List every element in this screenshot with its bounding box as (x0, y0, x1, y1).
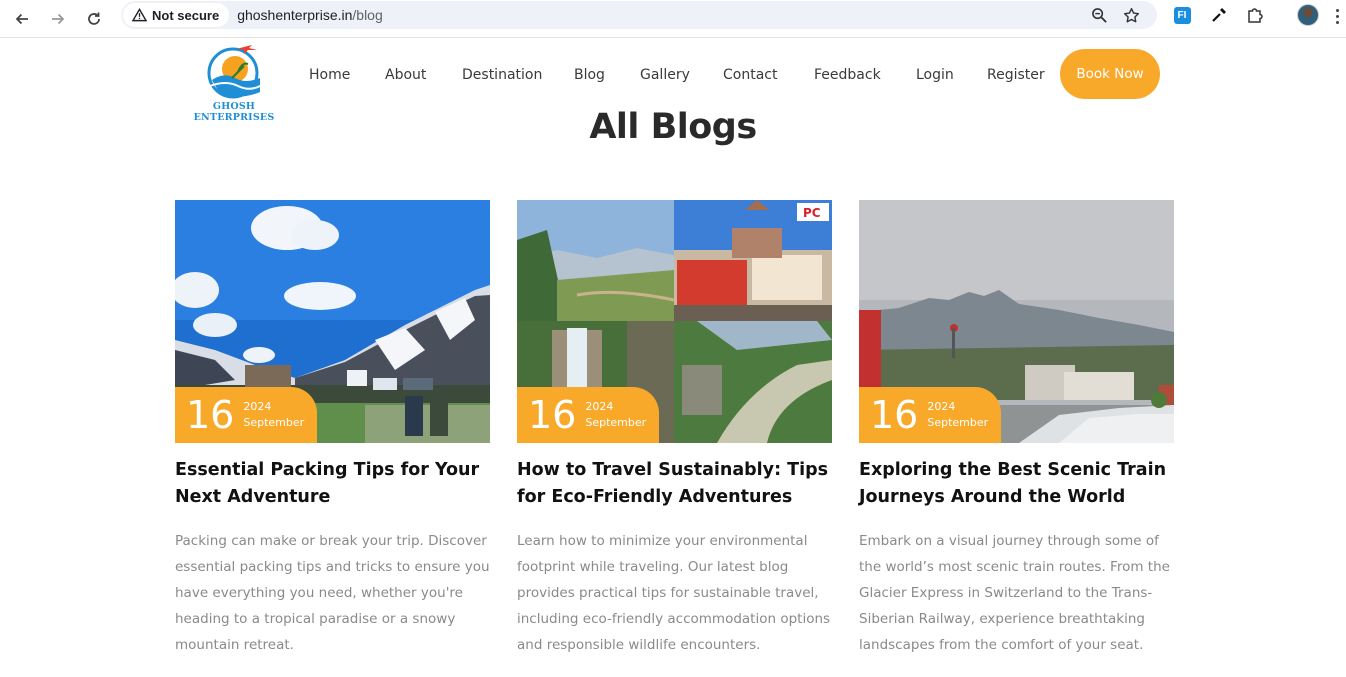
date-day: 16 (870, 393, 919, 437)
date-badge: 16 2024 September (517, 387, 659, 443)
blog-card-excerpt: Embark on a visual journey through some … (859, 533, 1170, 653)
blog-card-image[interactable]: PC 16 2024 September (517, 200, 832, 443)
extension-icon: FI (1173, 6, 1191, 24)
blog-card-title[interactable]: How to Travel Sustainably: Tips for Eco-… (517, 457, 837, 511)
site-logo[interactable]: GHOSH ENTERPRISES (176, 42, 292, 123)
blog-card-excerpt: Learn how to minimize your environmental… (517, 533, 831, 653)
nav-about[interactable]: About (385, 67, 426, 83)
blog-card-image[interactable]: 16 2024 September (859, 200, 1174, 443)
date-year: 2024 (243, 400, 272, 413)
warning-icon (132, 8, 147, 22)
blog-card-title[interactable]: Exploring the Best Scenic Train Journeys… (859, 457, 1179, 511)
blog-card[interactable]: 16 2024 September Exploring the Best Sce… (859, 200, 1174, 658)
forward-icon (52, 13, 65, 25)
zoom-icon (1091, 7, 1107, 23)
date-year: 2024 (585, 400, 614, 413)
extensions-menu-button[interactable] (1244, 4, 1266, 26)
blog-card-image[interactable]: 16 2024 September (175, 200, 490, 443)
extension-button[interactable]: FI (1171, 4, 1193, 26)
address-bar[interactable]: Not secure ghoshenterprise.in/blog (121, 1, 1157, 29)
star-icon (1123, 7, 1139, 22)
date-month: September (243, 416, 305, 429)
blog-card[interactable]: PC 16 2024 September How to Travel Susta… (517, 200, 832, 658)
blog-card[interactable]: 16 2024 September Essential Packing Tips… (175, 200, 490, 658)
site-security-chip[interactable]: Not secure (123, 3, 230, 27)
profile-avatar[interactable] (1297, 4, 1319, 26)
date-month: September (585, 416, 647, 429)
url-host: ghoshenterprise.in (237, 7, 353, 23)
blog-card-title[interactable]: Essential Packing Tips for Your Next Adv… (175, 457, 495, 511)
nav-blog[interactable]: Blog (574, 67, 605, 83)
url-text[interactable]: ghoshenterprise.in/blog (237, 7, 383, 23)
nav-home[interactable]: Home (309, 67, 350, 83)
book-now-button[interactable]: Book Now (1060, 49, 1160, 99)
browser-toolbar: Not secure ghoshenterprise.in/blog FI (0, 0, 1346, 38)
logo-emblem-icon (207, 45, 263, 99)
date-year: 2024 (927, 400, 956, 413)
date-badge: 16 2024 September (859, 387, 1001, 443)
back-icon (15, 13, 28, 25)
forward-button[interactable] (44, 5, 72, 33)
nav-contact[interactable]: Contact (723, 67, 777, 83)
eyedropper-button[interactable] (1208, 4, 1230, 26)
puzzle-icon (1248, 8, 1263, 23)
url-path: /blog (352, 7, 383, 23)
menu-icon[interactable] (1332, 5, 1342, 27)
nav-login[interactable]: Login (916, 67, 954, 83)
eyedropper-icon (1212, 8, 1226, 22)
date-day: 16 (186, 393, 235, 437)
nav-gallery[interactable]: Gallery (640, 67, 690, 83)
nav-register[interactable]: Register (987, 67, 1045, 83)
nav-feedback[interactable]: Feedback (814, 67, 881, 83)
zoom-button[interactable] (1089, 5, 1109, 25)
blog-card-excerpt: Packing can make or break your trip. Dis… (175, 533, 490, 653)
bookmark-button[interactable] (1121, 5, 1141, 25)
date-day: 16 (528, 393, 577, 437)
reload-button[interactable] (80, 5, 108, 33)
date-month: September (927, 416, 989, 429)
reload-icon (88, 12, 100, 25)
security-label: Not secure (152, 7, 220, 23)
svg-text:PC: PC (803, 206, 821, 220)
page-title: All Blogs (589, 107, 757, 147)
back-button[interactable] (8, 5, 36, 33)
date-badge: 16 2024 September (175, 387, 317, 443)
nav-destination[interactable]: Destination (462, 67, 542, 83)
